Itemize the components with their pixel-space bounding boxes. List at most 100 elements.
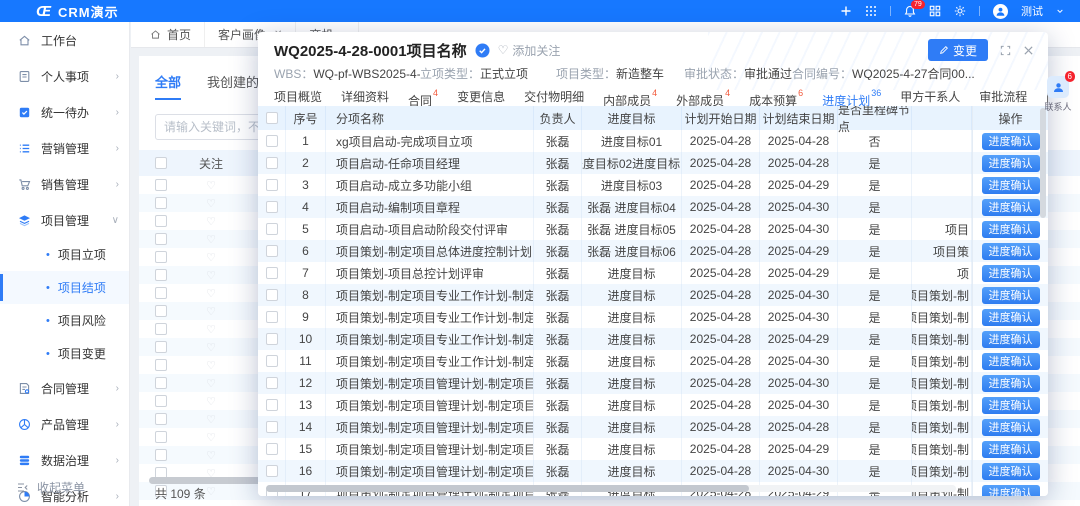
bell-icon[interactable]: 79: [904, 5, 916, 17]
user-name[interactable]: 测试: [1021, 3, 1043, 19]
sidebar-item-todo[interactable]: 统一待办 ›: [0, 94, 129, 130]
progress-confirm-button[interactable]: 进度确认: [982, 331, 1040, 348]
sidebar-item-sales[interactable]: 销售管理 ›: [0, 166, 129, 202]
row-checkbox[interactable]: [155, 233, 167, 245]
sidebar-subitem[interactable]: • 项目风险: [0, 304, 129, 337]
row-checkbox[interactable]: [155, 269, 167, 281]
heart-icon[interactable]: ♡: [206, 432, 216, 444]
gear-icon[interactable]: [954, 5, 966, 17]
progress-confirm-button[interactable]: 进度确认: [982, 353, 1040, 370]
heart-icon[interactable]: ♡: [206, 450, 216, 462]
sidebar-item-marketing[interactable]: 营销管理 ›: [0, 130, 129, 166]
row-checkbox[interactable]: [266, 399, 278, 411]
sidebar-item-products[interactable]: 产品管理 ›: [0, 406, 129, 442]
heart-icon[interactable]: ♡: [206, 342, 216, 354]
heart-icon[interactable]: ♡: [206, 486, 216, 498]
heart-icon[interactable]: ♡: [206, 180, 216, 192]
row-checkbox[interactable]: [266, 421, 278, 433]
row-checkbox[interactable]: [155, 359, 167, 371]
add-follow-button[interactable]: ♡ 添加关注: [498, 42, 561, 59]
progress-confirm-button[interactable]: 进度确认: [982, 397, 1040, 414]
close-icon[interactable]: [1023, 45, 1034, 56]
row-checkbox[interactable]: [266, 355, 278, 367]
apps-grid-icon[interactable]: [865, 5, 877, 17]
select-all-checkbox[interactable]: [155, 157, 167, 169]
progress-confirm-button[interactable]: 进度确认: [982, 375, 1040, 392]
page-tab-home[interactable]: 首页: [137, 22, 205, 47]
row-checkbox[interactable]: [155, 197, 167, 209]
progress-confirm-button[interactable]: 进度确认: [982, 199, 1040, 216]
heart-icon[interactable]: ♡: [206, 270, 216, 282]
row-checkbox[interactable]: [155, 323, 167, 335]
progress-confirm-button[interactable]: 进度确认: [982, 155, 1040, 172]
change-button[interactable]: 变更: [928, 39, 988, 61]
row-checkbox[interactable]: [266, 201, 278, 213]
row-checkbox[interactable]: [155, 413, 167, 425]
sidebar-item-projects[interactable]: 项目管理 ∨: [0, 202, 129, 238]
scrollbar-thumb[interactable]: [1040, 108, 1046, 218]
floating-contact-widget[interactable]: 6 联系人: [1040, 76, 1076, 113]
row-checkbox[interactable]: [266, 245, 278, 257]
row-checkbox[interactable]: [155, 215, 167, 227]
heart-icon[interactable]: ♡: [206, 378, 216, 390]
row-checkbox[interactable]: [155, 305, 167, 317]
collapse-menu-button[interactable]: 收起菜单: [16, 479, 85, 496]
heart-icon[interactable]: ♡: [206, 216, 216, 228]
select-all-checkbox[interactable]: [266, 112, 278, 124]
row-checkbox[interactable]: [155, 431, 167, 443]
fullscreen-icon[interactable]: [1000, 45, 1011, 56]
sidebar-subitem[interactable]: • 项目变更: [0, 337, 129, 370]
plus-icon[interactable]: [840, 5, 852, 17]
heart-icon[interactable]: ♡: [206, 288, 216, 300]
sidebar-item-data[interactable]: 数据治理 ›: [0, 442, 129, 478]
sidebar-item-contracts[interactable]: 合同管理 ›: [0, 370, 129, 406]
row-checkbox[interactable]: [155, 341, 167, 353]
row-checkbox[interactable]: [266, 179, 278, 191]
progress-confirm-button[interactable]: 进度确认: [982, 485, 1040, 497]
progress-confirm-button[interactable]: 进度确认: [982, 221, 1040, 238]
row-checkbox[interactable]: [266, 135, 278, 147]
avatar[interactable]: [993, 4, 1008, 19]
progress-confirm-button[interactable]: 进度确认: [982, 243, 1040, 260]
progress-confirm-button[interactable]: 进度确认: [982, 287, 1040, 304]
row-checkbox[interactable]: [155, 287, 167, 299]
heart-icon[interactable]: ♡: [206, 234, 216, 246]
sidebar-subitem[interactable]: • 项目结项: [0, 271, 129, 304]
vertical-scrollbar[interactable]: [1040, 108, 1046, 484]
chevron-down-icon[interactable]: [1056, 7, 1064, 15]
heart-icon[interactable]: ♡: [206, 252, 216, 264]
row-checkbox[interactable]: [155, 377, 167, 389]
row-checkbox[interactable]: [266, 333, 278, 345]
heart-icon[interactable]: ♡: [206, 360, 216, 372]
progress-confirm-button[interactable]: 进度确认: [982, 265, 1040, 282]
heart-icon[interactable]: ♡: [206, 324, 216, 336]
row-checkbox[interactable]: [266, 223, 278, 235]
row-checkbox[interactable]: [155, 395, 167, 407]
row-checkbox[interactable]: [266, 465, 278, 477]
qrcode-icon[interactable]: [929, 5, 941, 17]
progress-confirm-button[interactable]: 进度确认: [982, 463, 1040, 480]
row-checkbox[interactable]: [155, 449, 167, 461]
row-checkbox[interactable]: [266, 443, 278, 455]
heart-icon[interactable]: ♡: [206, 414, 216, 426]
filter-tab-all[interactable]: 全部: [155, 72, 181, 100]
contact-person-icon[interactable]: 6: [1047, 76, 1069, 98]
scrollbar-thumb[interactable]: [149, 477, 269, 484]
progress-confirm-button[interactable]: 进度确认: [982, 133, 1040, 150]
progress-confirm-button[interactable]: 进度确认: [982, 309, 1040, 326]
progress-confirm-button[interactable]: 进度确认: [982, 441, 1040, 458]
filter-tab-created-by-me[interactable]: 我创建的: [207, 72, 259, 100]
scrollbar-thumb[interactable]: [266, 485, 749, 492]
horizontal-scrollbar[interactable]: [266, 485, 956, 492]
row-checkbox[interactable]: [155, 251, 167, 263]
row-checkbox[interactable]: [266, 377, 278, 389]
row-checkbox[interactable]: [266, 289, 278, 301]
sidebar-item-workbench[interactable]: 工作台: [0, 22, 129, 58]
sidebar-subitem[interactable]: • 项目立项: [0, 238, 129, 271]
row-checkbox[interactable]: [266, 267, 278, 279]
heart-icon[interactable]: ♡: [206, 306, 216, 318]
row-checkbox[interactable]: [266, 311, 278, 323]
row-checkbox[interactable]: [266, 157, 278, 169]
progress-confirm-button[interactable]: 进度确认: [982, 177, 1040, 194]
progress-confirm-button[interactable]: 进度确认: [982, 419, 1040, 436]
